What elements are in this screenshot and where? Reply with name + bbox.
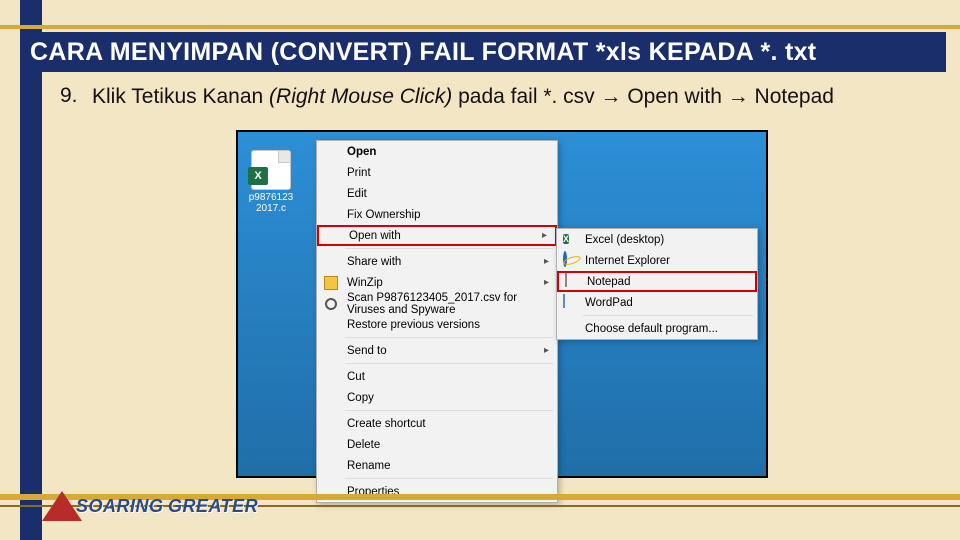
submenu-notepad[interactable]: Notepad bbox=[557, 271, 757, 292]
footer-logo: SOARING GREATER bbox=[42, 484, 258, 528]
menu-open-with[interactable]: Open with bbox=[317, 225, 557, 246]
submenu-ie[interactable]: Internet Explorer bbox=[557, 250, 757, 271]
slide-left-stripe bbox=[20, 0, 42, 540]
menu-separator bbox=[345, 248, 553, 249]
ie-icon bbox=[563, 253, 579, 269]
menu-separator bbox=[345, 478, 553, 479]
slide-top-accent bbox=[0, 25, 960, 29]
excel-badge-icon: X bbox=[248, 167, 268, 185]
submenu-separator bbox=[583, 315, 753, 316]
excel-icon: X bbox=[563, 232, 579, 248]
menu-delete[interactable]: Delete bbox=[317, 434, 557, 455]
desktop-file-icon[interactable]: X p9876123 2017.c bbox=[244, 150, 298, 214]
logo-sub-text: GREATER bbox=[168, 496, 258, 516]
context-menu: Open Print Edit Fix Ownership Open with … bbox=[316, 140, 558, 503]
wordpad-icon bbox=[563, 295, 579, 311]
menu-print[interactable]: Print bbox=[317, 162, 557, 183]
instruction-text-pre: Klik Tetikus Kanan bbox=[92, 85, 269, 108]
title-band: CARA MENYIMPAN (CONVERT) FAIL FORMAT *xl… bbox=[20, 32, 946, 72]
logo-main-text: SOARING bbox=[76, 496, 164, 516]
file-name-line1: p9876123 bbox=[244, 192, 298, 203]
menu-open[interactable]: Open bbox=[317, 141, 557, 162]
screenshot-frame: X p9876123 2017.c Open Print Edit Fix Ow… bbox=[236, 130, 768, 478]
menu-cut[interactable]: Cut bbox=[317, 366, 557, 387]
instruction-text-post: pada fail *. csv → Open with → Notepad bbox=[452, 85, 834, 108]
instruction-block: 9. Klik Tetikus Kanan (Right Mouse Click… bbox=[60, 84, 940, 110]
menu-fix-ownership[interactable]: Fix Ownership bbox=[317, 204, 557, 225]
instruction-text-italic: (Right Mouse Click) bbox=[269, 85, 452, 108]
menu-edit[interactable]: Edit bbox=[317, 183, 557, 204]
open-with-submenu: X Excel (desktop) Internet Explorer Note… bbox=[556, 228, 758, 340]
shield-icon bbox=[323, 296, 339, 312]
menu-separator bbox=[345, 410, 553, 411]
menu-send-to[interactable]: Send to bbox=[317, 340, 557, 361]
file-name-line2: 2017.c bbox=[244, 203, 298, 214]
menu-scan[interactable]: Scan P9876123405_2017.csv for Viruses an… bbox=[317, 293, 557, 314]
submenu-excel[interactable]: X Excel (desktop) bbox=[557, 229, 757, 250]
menu-separator bbox=[345, 363, 553, 364]
menu-share-with[interactable]: Share with bbox=[317, 251, 557, 272]
slide-title: CARA MENYIMPAN (CONVERT) FAIL FORMAT *xl… bbox=[30, 38, 816, 66]
submenu-wordpad[interactable]: WordPad bbox=[557, 292, 757, 313]
excel-file-icon: X bbox=[251, 150, 291, 190]
logo-triangle-icon bbox=[42, 491, 82, 521]
winzip-icon bbox=[323, 275, 339, 291]
menu-rename[interactable]: Rename bbox=[317, 455, 557, 476]
step-number: 9. bbox=[60, 84, 78, 108]
menu-winzip[interactable]: WinZip bbox=[317, 272, 557, 293]
menu-restore[interactable]: Restore previous versions bbox=[317, 314, 557, 335]
menu-separator bbox=[345, 337, 553, 338]
submenu-choose-default[interactable]: Choose default program... bbox=[557, 318, 757, 339]
menu-create-shortcut[interactable]: Create shortcut bbox=[317, 413, 557, 434]
menu-copy[interactable]: Copy bbox=[317, 387, 557, 408]
notepad-icon bbox=[565, 274, 581, 290]
